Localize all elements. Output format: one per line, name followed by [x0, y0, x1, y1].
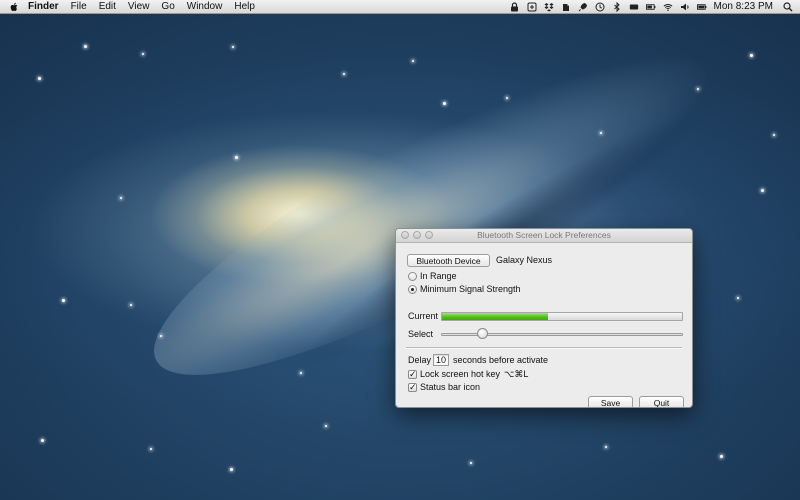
delay-seconds-input[interactable]: 10 [433, 354, 449, 366]
star [62, 299, 65, 302]
status-bar-icon-label[interactable]: Status bar icon [420, 382, 480, 393]
minimum-signal-strength-radio[interactable] [408, 285, 417, 294]
close-button[interactable] [401, 231, 409, 239]
star [343, 73, 345, 75]
star [150, 448, 152, 450]
apple-logo-icon[interactable] [8, 1, 20, 13]
bluetooth-device-button[interactable]: Bluetooth Device [407, 254, 490, 267]
star [737, 297, 739, 299]
preferences-window: Bluetooth Screen Lock Preferences Blueto… [395, 228, 693, 408]
window-controls [401, 231, 437, 239]
star [300, 372, 302, 374]
quit-button[interactable]: Quit [639, 396, 684, 407]
evernote-icon[interactable] [561, 2, 571, 12]
window-titlebar[interactable]: Bluetooth Screen Lock Preferences [396, 229, 692, 243]
current-label: Current [408, 311, 439, 321]
desktop-wallpaper: Finder File Edit View Go Window Help Mon… [0, 0, 800, 500]
rocket-icon[interactable] [578, 2, 588, 12]
menu-window[interactable]: Window [187, 0, 223, 14]
star [232, 46, 234, 48]
safari-icon[interactable] [527, 2, 537, 12]
menu-finder[interactable]: Finder [28, 0, 59, 14]
menu-edit[interactable]: Edit [99, 0, 116, 14]
star [130, 304, 132, 306]
star [38, 77, 41, 80]
select-label: Select [408, 329, 434, 339]
device-name-label: Galaxy Nexus [496, 255, 553, 265]
star [600, 132, 602, 134]
minimize-button[interactable] [413, 231, 421, 239]
display-icon[interactable] [629, 2, 639, 12]
minimum-signal-strength-label[interactable]: Minimum Signal Strength [420, 284, 521, 295]
bluetooth-icon[interactable] [612, 1, 622, 12]
volume-icon[interactable] [680, 2, 690, 12]
menu-go[interactable]: Go [161, 0, 174, 14]
spotlight-search-icon[interactable] [783, 1, 793, 12]
star [84, 45, 87, 48]
menu-bar-clock[interactable]: Mon 8:23 PM [714, 0, 773, 14]
time-machine-icon[interactable] [595, 2, 605, 12]
menu-bar: Finder File Edit View Go Window Help Mon… [0, 0, 800, 14]
star [605, 446, 607, 448]
star [230, 468, 233, 471]
star [506, 97, 508, 99]
wifi-icon[interactable] [663, 2, 673, 12]
star [41, 439, 44, 442]
save-button[interactable]: Save [588, 396, 633, 407]
status-bar-icon-checkbox[interactable]: ✓ [408, 383, 417, 392]
zoom-button[interactable] [425, 231, 433, 239]
window-title: Bluetooth Screen Lock Preferences [477, 230, 611, 240]
star [142, 53, 144, 55]
select-slider-knob[interactable] [477, 328, 489, 339]
star [761, 189, 764, 192]
separator [406, 347, 682, 349]
hotkey-shortcut: ⌥⌘L [504, 369, 529, 379]
delay-suffix-label: seconds before activate [453, 355, 549, 365]
lock-icon[interactable] [510, 1, 520, 12]
in-range-radio[interactable] [408, 272, 417, 281]
menu-help[interactable]: Help [234, 0, 255, 14]
battery-icon-2[interactable] [696, 2, 707, 12]
dropbox-icon[interactable] [544, 2, 554, 12]
in-range-label[interactable]: In Range [420, 271, 457, 282]
star [120, 197, 122, 199]
delay-label: Delay [408, 355, 432, 365]
star [773, 134, 775, 136]
star [160, 335, 162, 337]
star [750, 54, 753, 57]
current-signal-meter [441, 312, 683, 321]
battery-icon[interactable] [645, 2, 656, 12]
star [470, 462, 472, 464]
menu-view[interactable]: View [128, 0, 150, 14]
star [443, 102, 446, 105]
star [412, 60, 414, 62]
star [720, 455, 723, 458]
star [697, 88, 699, 90]
lock-screen-hotkey-label[interactable]: Lock screen hot key [420, 369, 500, 380]
lock-screen-hotkey-checkbox[interactable]: ✓ [408, 370, 417, 379]
current-signal-meter-fill [442, 313, 548, 320]
star [325, 425, 327, 427]
menu-file[interactable]: File [71, 0, 87, 14]
menu-bar-status-area: Mon 8:23 PM [510, 0, 800, 14]
star [235, 156, 238, 159]
